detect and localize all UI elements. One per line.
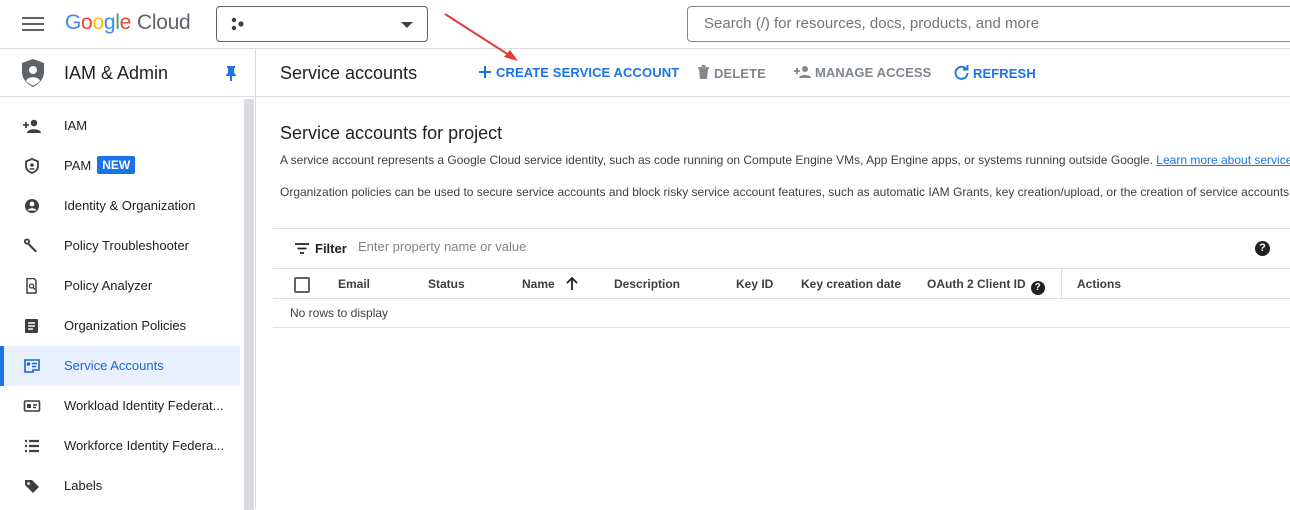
sidebar-scrollbar[interactable] xyxy=(244,99,254,510)
no-rows-text: No rows to display xyxy=(290,306,389,320)
chevron-down-icon xyxy=(401,22,413,28)
description-text: A service account represents a Google Cl… xyxy=(280,153,1153,167)
action-toolbar: Service accounts CREATE SERVICE ACCOUNT … xyxy=(256,48,1290,97)
column-actions: Actions xyxy=(1077,277,1122,291)
sidebar-item-workforce-identity-federation[interactable]: Workforce Identity Federa... xyxy=(0,426,240,466)
manage-access-label: MANAGE ACCESS xyxy=(815,65,932,80)
help-icon[interactable]: ? xyxy=(1030,281,1045,295)
empty-table-row: No rows to display xyxy=(273,299,1290,328)
column-name-label: Name xyxy=(522,277,555,291)
account-circle-icon xyxy=(25,199,39,213)
sidebar-item-policy-analyzer[interactable]: Policy Analyzer xyxy=(0,266,240,306)
column-divider xyxy=(1061,269,1062,299)
filter-bar: Filter ? xyxy=(273,228,1290,269)
sidebar-item-label: Workforce Identity Federa... xyxy=(64,438,225,453)
policy-document-icon xyxy=(25,319,38,333)
service-account-icon xyxy=(24,359,40,373)
manage-access-button[interactable]: MANAGE ACCESS xyxy=(794,65,931,80)
column-description[interactable]: Description xyxy=(614,277,680,291)
top-bar: Google Cloud xyxy=(0,0,1290,48)
filter-input[interactable] xyxy=(358,239,1058,254)
filter-icon xyxy=(295,243,309,254)
sidebar-item-policy-troubleshooter[interactable]: Policy Troubleshooter xyxy=(0,226,240,266)
annotation-arrow xyxy=(444,13,518,61)
column-oauth-client-id[interactable]: OAuth 2 Client ID? xyxy=(927,277,1045,295)
sidebar-item-label: Service Accounts xyxy=(64,358,164,373)
sidebar-item-workload-identity-federation[interactable]: Workload Identity Federat... xyxy=(0,386,240,426)
page-title: Service accounts xyxy=(280,63,418,83)
sidebar-item-label: Organization Policies xyxy=(64,318,187,333)
google-cloud-logo[interactable]: Google Cloud xyxy=(65,11,191,35)
sidebar-item-labels[interactable]: Labels xyxy=(0,466,240,506)
column-status[interactable]: Status xyxy=(428,277,465,291)
sidebar-item-service-accounts[interactable]: Service Accounts xyxy=(0,346,240,386)
sidebar-item-identity-organization[interactable]: Identity & Organization xyxy=(0,186,240,226)
service-account-description: A service account represents a Google Cl… xyxy=(280,153,1290,167)
column-key-id[interactable]: Key ID xyxy=(736,277,773,291)
person-add-icon xyxy=(23,119,41,133)
table-header: Email Status Name Description Key ID Key… xyxy=(273,269,1290,299)
sidebar-item-label: Policy Troubleshooter xyxy=(64,238,190,253)
sidebar-item-iam[interactable]: IAM xyxy=(0,106,240,146)
trash-icon xyxy=(698,65,709,79)
iam-shield-icon xyxy=(22,59,44,87)
sidebar-item-label: PAM xyxy=(64,158,92,173)
refresh-button[interactable]: REFRESH xyxy=(954,65,1036,81)
learn-more-link[interactable]: Learn more about service a xyxy=(1156,153,1290,167)
org-policy-description: Organization policies can be used to sec… xyxy=(280,185,1290,199)
column-key-creation-date[interactable]: Key creation date xyxy=(801,277,901,291)
delete-label: DELETE xyxy=(714,66,766,81)
filter-label: Filter xyxy=(315,241,347,256)
project-icon xyxy=(231,17,244,31)
sidebar-header: IAM & Admin xyxy=(0,49,255,97)
sidebar-item-label: IAM xyxy=(64,118,88,133)
sidebar: IAM & Admin IAM PAM NEW Identity & Organi… xyxy=(0,48,256,510)
new-badge: NEW xyxy=(97,156,136,174)
sidebar-item-label-wrap: PAM NEW xyxy=(64,146,136,186)
id-card-icon xyxy=(23,400,41,412)
section-heading: Service accounts for project xyxy=(280,123,503,143)
shield-icon xyxy=(25,158,39,174)
sidebar-item-label: Policy Analyzer xyxy=(64,278,153,293)
column-name[interactable]: Name xyxy=(522,276,578,291)
document-search-icon xyxy=(26,278,37,294)
sidebar-item-label: Workload Identity Federat... xyxy=(64,398,224,413)
search-bar[interactable] xyxy=(687,6,1290,42)
delete-button[interactable]: DELETE xyxy=(697,65,766,81)
refresh-icon xyxy=(954,65,969,80)
main-menu-button[interactable] xyxy=(22,14,44,34)
sort-arrow-up-icon xyxy=(566,276,578,290)
sidebar-title: IAM & Admin xyxy=(64,63,169,83)
sidebar-nav: IAM PAM NEW Identity & Organization Polic… xyxy=(0,106,240,506)
sidebar-item-pam[interactable]: PAM NEW xyxy=(0,146,240,186)
column-oauth-label: OAuth 2 Client ID xyxy=(927,277,1026,291)
pin-icon[interactable] xyxy=(224,65,238,81)
project-picker[interactable] xyxy=(216,6,428,42)
sidebar-item-label: Labels xyxy=(64,478,103,493)
sidebar-item-label: Identity & Organization xyxy=(64,198,196,213)
tag-icon xyxy=(25,480,39,493)
select-all-checkbox[interactable] xyxy=(294,277,310,293)
sidebar-item-organization-policies[interactable]: Organization Policies xyxy=(0,306,240,346)
list-icon xyxy=(25,439,39,453)
help-icon[interactable]: ? xyxy=(1255,241,1270,256)
column-email[interactable]: Email xyxy=(338,277,370,291)
refresh-label: REFRESH xyxy=(973,66,1036,81)
person-add-icon xyxy=(794,66,811,78)
search-input[interactable] xyxy=(704,15,1290,32)
wrench-icon xyxy=(24,238,37,253)
